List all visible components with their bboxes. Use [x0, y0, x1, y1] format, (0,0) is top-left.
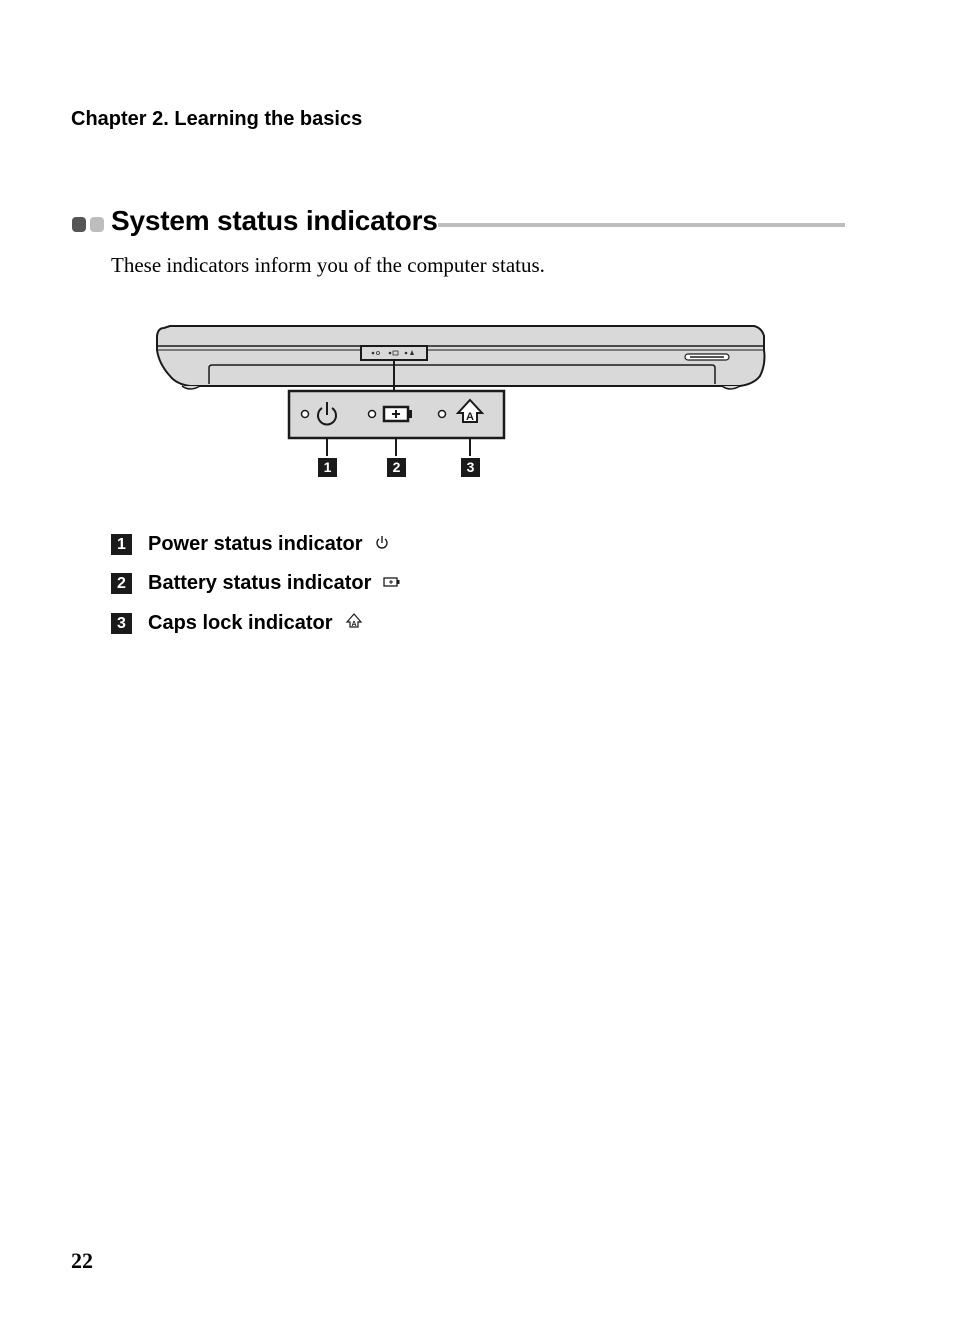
led-battery	[367, 409, 377, 419]
item-number: 2	[111, 572, 132, 594]
svg-text:A: A	[351, 621, 356, 628]
list-item-power: 1 Power status indicator	[111, 532, 389, 556]
section-rule	[438, 223, 845, 227]
section-bullet-icon	[72, 217, 106, 233]
laptop-body	[156, 325, 766, 387]
callout-3: 3	[461, 458, 480, 477]
led-power	[300, 409, 310, 419]
list-item-caps-lock: 3 Caps lock indicator A	[111, 611, 363, 635]
battery-icon	[383, 574, 401, 592]
section-title: System status indicators	[111, 205, 438, 236]
led-caps-lock	[437, 409, 447, 419]
power-icon	[375, 534, 389, 555]
chapter-heading: Chapter 2. Learning the basics	[71, 108, 363, 130]
item-number: 3	[111, 612, 132, 634]
item-label: Caps lock indicator	[148, 611, 333, 634]
callout-2: 2	[387, 458, 406, 477]
caps-lock-icon: A	[345, 612, 363, 635]
list-item-battery: 2 Battery status indicator	[111, 571, 401, 595]
intro-text: These indicators inform you of the compu…	[111, 253, 545, 277]
battery-icon	[382, 405, 412, 423]
item-label: Battery status indicator	[148, 571, 372, 594]
callout-1: 1	[318, 458, 337, 477]
svg-text:A: A	[466, 411, 474, 423]
laptop-front-illustration: A 1 2 3	[150, 320, 780, 490]
item-number: 1	[111, 533, 132, 555]
item-label: Power status indicator	[148, 532, 363, 555]
page-number: 22	[71, 1248, 93, 1273]
